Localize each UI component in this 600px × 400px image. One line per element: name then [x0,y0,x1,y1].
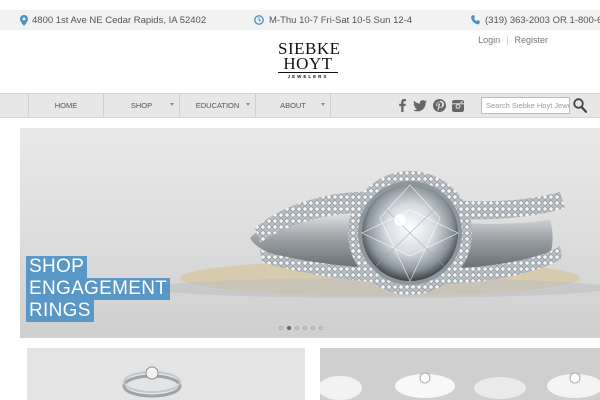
search-input[interactable]: Search Siebke Hoyt Jewelers [481,97,570,114]
slide-indicators [279,326,323,330]
nav-tab-label: EDUCATION [195,101,240,110]
brand-logo[interactable]: SIEBKE HOYT JEWELERS [278,40,340,79]
main-nav: HOME SHOP EDUCATION ABOUT Search Siebke … [0,93,600,118]
hero-cta-line-3: RINGS [26,300,94,322]
top-info-bar: 4800 1st Ave NE Cedar Rapids, IA 52402 M… [0,10,600,30]
slide-dot[interactable] [311,326,315,330]
chevron-down-icon [170,103,174,106]
address-item[interactable]: 4800 1st Ave NE Cedar Rapids, IA 52402 [20,10,206,30]
clock-icon [254,15,264,25]
register-link[interactable]: Register [514,35,548,45]
nav-tab-label: HOME [54,101,78,110]
twitter-link[interactable] [413,94,427,117]
instagram-icon [452,99,464,112]
auth-separator: | [506,35,509,45]
hours-text: M-Thu 10-7 Fri-Sat 10-5 Sun 12-4 [269,14,413,26]
phone-icon [471,15,480,25]
nav-tab-label: ABOUT [280,101,306,110]
ring-thumbnail-image [122,366,182,398]
map-pin-icon [20,14,28,26]
twitter-icon [413,99,427,111]
login-link[interactable]: Login [478,35,500,45]
phone-item[interactable]: (319) 363-2003 OR 1-800-68 [471,10,600,30]
promo-tile-left[interactable] [27,348,305,400]
nav-tab-shop[interactable]: SHOP [103,94,179,117]
slide-dot[interactable] [287,326,291,330]
pinterest-icon [433,99,446,112]
nav-tab-home[interactable]: HOME [28,94,103,117]
logo-line-2: HOYT [278,55,338,73]
slide-dot[interactable] [279,326,283,330]
nav-tab-label: SHOP [130,101,153,110]
slide-dot[interactable] [319,326,323,330]
hours-item: M-Thu 10-7 Fri-Sat 10-5 Sun 12-4 [254,10,412,30]
nav-tab-about[interactable]: ABOUT [255,94,331,117]
chevron-down-icon [321,103,325,106]
hero-cta-line-1: SHOP [26,256,88,278]
nav-tab-education[interactable]: EDUCATION [179,94,255,117]
search-icon [573,98,588,113]
hero-cta-line-2: ENGAGEMENT [26,278,171,300]
logo-line-3: JEWELERS [287,74,329,79]
slide-dot[interactable] [295,326,299,330]
facebook-link[interactable] [399,94,406,117]
promo-tile-right[interactable] [320,348,600,400]
phone-text: (319) 363-2003 OR 1-800-68 [485,14,600,26]
rings-thumbnail-image [320,348,600,400]
chevron-down-icon [246,103,250,106]
account-links: Login | Register [478,35,548,45]
hero-cta[interactable]: SHOP ENGAGEMENT RINGS [26,256,171,322]
site-header: SIEBKE HOYT JEWELERS Login | Register [0,30,600,92]
facebook-icon [399,99,406,112]
instagram-link[interactable] [452,94,464,117]
search-button[interactable] [573,98,588,113]
slide-dot[interactable] [303,326,307,330]
address-text: 4800 1st Ave NE Cedar Rapids, IA 52402 [32,14,207,26]
pinterest-link[interactable] [433,94,446,117]
